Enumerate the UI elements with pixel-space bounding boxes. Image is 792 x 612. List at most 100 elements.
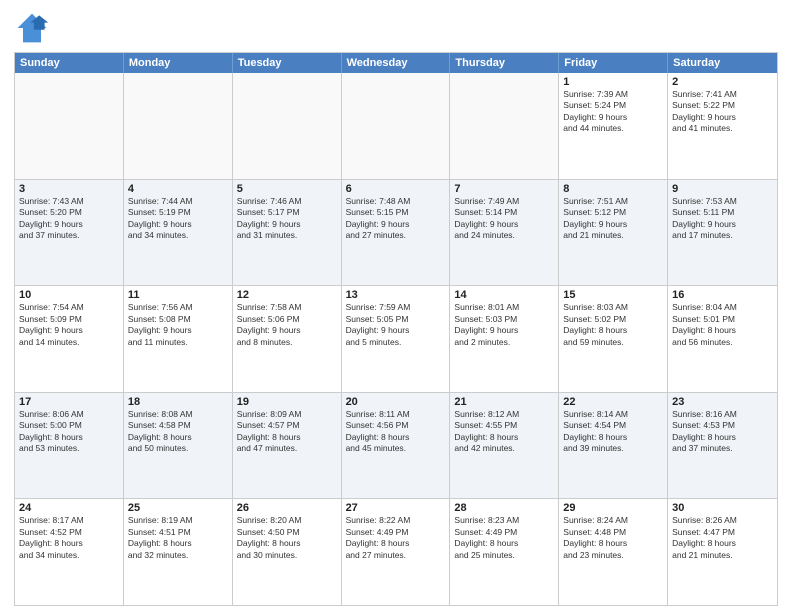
day-number: 5 — [237, 183, 337, 195]
day-number: 1 — [563, 76, 663, 88]
header-day-sunday: Sunday — [15, 53, 124, 73]
day-cell-17: 17Sunrise: 8:06 AM Sunset: 5:00 PM Dayli… — [15, 393, 124, 499]
header-day-wednesday: Wednesday — [342, 53, 451, 73]
day-info: Sunrise: 8:04 AM Sunset: 5:01 PM Dayligh… — [672, 302, 773, 348]
day-cell-20: 20Sunrise: 8:11 AM Sunset: 4:56 PM Dayli… — [342, 393, 451, 499]
calendar-row-5: 24Sunrise: 8:17 AM Sunset: 4:52 PM Dayli… — [15, 498, 777, 605]
day-info: Sunrise: 8:01 AM Sunset: 5:03 PM Dayligh… — [454, 302, 554, 348]
day-cell-19: 19Sunrise: 8:09 AM Sunset: 4:57 PM Dayli… — [233, 393, 342, 499]
empty-cell-r0c1 — [124, 73, 233, 179]
logo — [14, 10, 54, 46]
empty-cell-r0c2 — [233, 73, 342, 179]
day-number: 6 — [346, 183, 446, 195]
calendar: SundayMondayTuesdayWednesdayThursdayFrid… — [14, 52, 778, 606]
day-info: Sunrise: 8:12 AM Sunset: 4:55 PM Dayligh… — [454, 409, 554, 455]
day-info: Sunrise: 8:09 AM Sunset: 4:57 PM Dayligh… — [237, 409, 337, 455]
day-info: Sunrise: 8:17 AM Sunset: 4:52 PM Dayligh… — [19, 515, 119, 561]
day-info: Sunrise: 7:44 AM Sunset: 5:19 PM Dayligh… — [128, 196, 228, 242]
day-number: 8 — [563, 183, 663, 195]
calendar-body: 1Sunrise: 7:39 AM Sunset: 5:24 PM Daylig… — [15, 73, 777, 605]
calendar-header: SundayMondayTuesdayWednesdayThursdayFrid… — [15, 53, 777, 73]
calendar-row-3: 10Sunrise: 7:54 AM Sunset: 5:09 PM Dayli… — [15, 285, 777, 392]
day-info: Sunrise: 7:58 AM Sunset: 5:06 PM Dayligh… — [237, 302, 337, 348]
day-number: 13 — [346, 289, 446, 301]
day-cell-28: 28Sunrise: 8:23 AM Sunset: 4:49 PM Dayli… — [450, 499, 559, 605]
day-number: 29 — [563, 502, 663, 514]
day-cell-8: 8Sunrise: 7:51 AM Sunset: 5:12 PM Daylig… — [559, 180, 668, 286]
day-cell-9: 9Sunrise: 7:53 AM Sunset: 5:11 PM Daylig… — [668, 180, 777, 286]
day-number: 24 — [19, 502, 119, 514]
day-cell-18: 18Sunrise: 8:08 AM Sunset: 4:58 PM Dayli… — [124, 393, 233, 499]
day-number: 28 — [454, 502, 554, 514]
day-number: 19 — [237, 396, 337, 408]
day-cell-30: 30Sunrise: 8:26 AM Sunset: 4:47 PM Dayli… — [668, 499, 777, 605]
header-day-saturday: Saturday — [668, 53, 777, 73]
day-number: 20 — [346, 396, 446, 408]
day-cell-22: 22Sunrise: 8:14 AM Sunset: 4:54 PM Dayli… — [559, 393, 668, 499]
day-info: Sunrise: 8:20 AM Sunset: 4:50 PM Dayligh… — [237, 515, 337, 561]
day-cell-1: 1Sunrise: 7:39 AM Sunset: 5:24 PM Daylig… — [559, 73, 668, 179]
day-number: 7 — [454, 183, 554, 195]
day-cell-14: 14Sunrise: 8:01 AM Sunset: 5:03 PM Dayli… — [450, 286, 559, 392]
day-number: 14 — [454, 289, 554, 301]
day-info: Sunrise: 8:23 AM Sunset: 4:49 PM Dayligh… — [454, 515, 554, 561]
day-cell-24: 24Sunrise: 8:17 AM Sunset: 4:52 PM Dayli… — [15, 499, 124, 605]
day-number: 18 — [128, 396, 228, 408]
day-cell-13: 13Sunrise: 7:59 AM Sunset: 5:05 PM Dayli… — [342, 286, 451, 392]
day-info: Sunrise: 8:19 AM Sunset: 4:51 PM Dayligh… — [128, 515, 228, 561]
day-info: Sunrise: 7:51 AM Sunset: 5:12 PM Dayligh… — [563, 196, 663, 242]
header-day-friday: Friday — [559, 53, 668, 73]
day-cell-27: 27Sunrise: 8:22 AM Sunset: 4:49 PM Dayli… — [342, 499, 451, 605]
day-number: 27 — [346, 502, 446, 514]
day-cell-12: 12Sunrise: 7:58 AM Sunset: 5:06 PM Dayli… — [233, 286, 342, 392]
day-info: Sunrise: 7:54 AM Sunset: 5:09 PM Dayligh… — [19, 302, 119, 348]
day-info: Sunrise: 8:03 AM Sunset: 5:02 PM Dayligh… — [563, 302, 663, 348]
day-number: 30 — [672, 502, 773, 514]
day-cell-11: 11Sunrise: 7:56 AM Sunset: 5:08 PM Dayli… — [124, 286, 233, 392]
day-number: 3 — [19, 183, 119, 195]
day-info: Sunrise: 7:56 AM Sunset: 5:08 PM Dayligh… — [128, 302, 228, 348]
day-cell-29: 29Sunrise: 8:24 AM Sunset: 4:48 PM Dayli… — [559, 499, 668, 605]
day-info: Sunrise: 8:14 AM Sunset: 4:54 PM Dayligh… — [563, 409, 663, 455]
day-cell-16: 16Sunrise: 8:04 AM Sunset: 5:01 PM Dayli… — [668, 286, 777, 392]
day-info: Sunrise: 8:11 AM Sunset: 4:56 PM Dayligh… — [346, 409, 446, 455]
day-cell-15: 15Sunrise: 8:03 AM Sunset: 5:02 PM Dayli… — [559, 286, 668, 392]
empty-cell-r0c0 — [15, 73, 124, 179]
day-cell-10: 10Sunrise: 7:54 AM Sunset: 5:09 PM Dayli… — [15, 286, 124, 392]
day-cell-23: 23Sunrise: 8:16 AM Sunset: 4:53 PM Dayli… — [668, 393, 777, 499]
empty-cell-r0c4 — [450, 73, 559, 179]
header-day-thursday: Thursday — [450, 53, 559, 73]
day-cell-7: 7Sunrise: 7:49 AM Sunset: 5:14 PM Daylig… — [450, 180, 559, 286]
calendar-row-4: 17Sunrise: 8:06 AM Sunset: 5:00 PM Dayli… — [15, 392, 777, 499]
day-cell-6: 6Sunrise: 7:48 AM Sunset: 5:15 PM Daylig… — [342, 180, 451, 286]
day-info: Sunrise: 8:08 AM Sunset: 4:58 PM Dayligh… — [128, 409, 228, 455]
day-info: Sunrise: 8:26 AM Sunset: 4:47 PM Dayligh… — [672, 515, 773, 561]
logo-icon — [14, 10, 50, 46]
day-cell-21: 21Sunrise: 8:12 AM Sunset: 4:55 PM Dayli… — [450, 393, 559, 499]
calendar-row-1: 1Sunrise: 7:39 AM Sunset: 5:24 PM Daylig… — [15, 73, 777, 179]
day-cell-2: 2Sunrise: 7:41 AM Sunset: 5:22 PM Daylig… — [668, 73, 777, 179]
empty-cell-r0c3 — [342, 73, 451, 179]
day-cell-25: 25Sunrise: 8:19 AM Sunset: 4:51 PM Dayli… — [124, 499, 233, 605]
day-info: Sunrise: 7:48 AM Sunset: 5:15 PM Dayligh… — [346, 196, 446, 242]
day-number: 10 — [19, 289, 119, 301]
day-number: 2 — [672, 76, 773, 88]
day-info: Sunrise: 8:24 AM Sunset: 4:48 PM Dayligh… — [563, 515, 663, 561]
day-info: Sunrise: 8:06 AM Sunset: 5:00 PM Dayligh… — [19, 409, 119, 455]
day-number: 23 — [672, 396, 773, 408]
day-cell-26: 26Sunrise: 8:20 AM Sunset: 4:50 PM Dayli… — [233, 499, 342, 605]
day-info: Sunrise: 7:41 AM Sunset: 5:22 PM Dayligh… — [672, 89, 773, 135]
header-day-monday: Monday — [124, 53, 233, 73]
day-cell-3: 3Sunrise: 7:43 AM Sunset: 5:20 PM Daylig… — [15, 180, 124, 286]
day-number: 15 — [563, 289, 663, 301]
day-number: 21 — [454, 396, 554, 408]
day-number: 4 — [128, 183, 228, 195]
day-cell-4: 4Sunrise: 7:44 AM Sunset: 5:19 PM Daylig… — [124, 180, 233, 286]
calendar-row-2: 3Sunrise: 7:43 AM Sunset: 5:20 PM Daylig… — [15, 179, 777, 286]
day-number: 9 — [672, 183, 773, 195]
day-info: Sunrise: 8:16 AM Sunset: 4:53 PM Dayligh… — [672, 409, 773, 455]
day-info: Sunrise: 7:53 AM Sunset: 5:11 PM Dayligh… — [672, 196, 773, 242]
day-number: 26 — [237, 502, 337, 514]
day-number: 16 — [672, 289, 773, 301]
day-info: Sunrise: 7:46 AM Sunset: 5:17 PM Dayligh… — [237, 196, 337, 242]
